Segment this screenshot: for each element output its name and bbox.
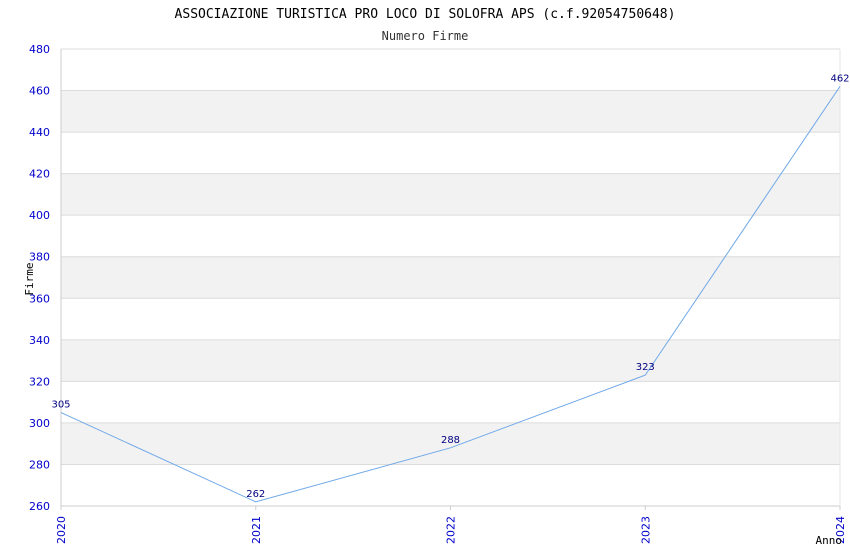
x-tick-label: 2023 xyxy=(639,516,652,544)
x-tick-labels: 2020 2021 2022 2023 2024 xyxy=(55,506,847,544)
x-tick-label: 2020 xyxy=(55,516,68,544)
y-tick-label: 480 xyxy=(29,43,50,56)
data-label: 262 xyxy=(246,489,265,500)
y-tick-label: 280 xyxy=(29,458,50,471)
y-tick-label: 460 xyxy=(29,85,50,98)
grid-band xyxy=(61,90,840,133)
y-tick-label: 320 xyxy=(29,375,50,388)
data-label: 323 xyxy=(636,362,655,373)
y-tick-label: 380 xyxy=(29,251,50,264)
grid-band xyxy=(61,339,840,382)
y-tick-label: 420 xyxy=(29,168,50,181)
chart-subtitle: Numero Firme xyxy=(382,29,469,43)
y-tick-label: 300 xyxy=(29,417,50,430)
data-label: 462 xyxy=(830,73,849,84)
data-label: 305 xyxy=(51,400,70,411)
grid-band xyxy=(61,256,840,299)
y-tick-label: 340 xyxy=(29,334,50,347)
y-tick-label: 400 xyxy=(29,209,50,222)
y-tick-label: 260 xyxy=(29,500,50,513)
data-label: 288 xyxy=(441,435,460,446)
plot-background-bands xyxy=(61,90,840,465)
chart-title: ASSOCIAZIONE TURISTICA PRO LOCO DI SOLOF… xyxy=(175,7,676,22)
grid-band xyxy=(61,173,840,216)
y-tick-label: 440 xyxy=(29,126,50,139)
x-axis-title: Anno xyxy=(816,534,843,547)
x-tick-label: 2021 xyxy=(250,516,263,544)
line-chart: 260280300320340360380400420440460480 202… xyxy=(23,7,850,547)
y-axis-title: Firme xyxy=(23,262,36,295)
x-tick-label: 2022 xyxy=(445,516,458,544)
